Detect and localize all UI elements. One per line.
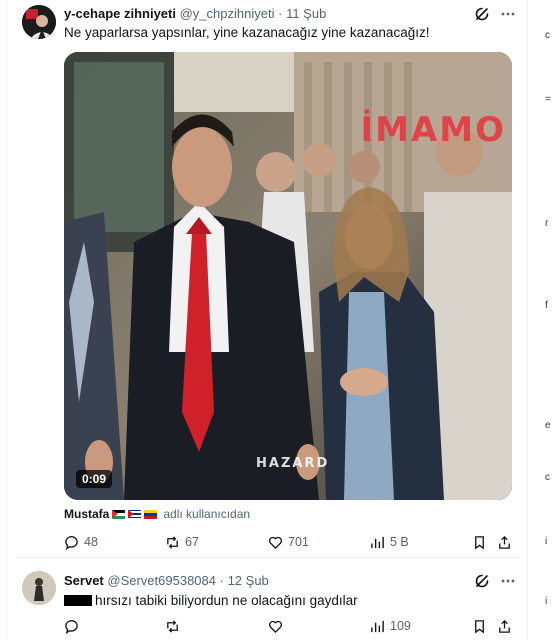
retweet-icon [167,535,178,549]
attribution-suffix: adlı kullanıcıdan [163,507,251,521]
flag-palestine-icon [112,509,126,519]
share-button[interactable] [497,533,512,551]
more-icon[interactable] [500,573,516,589]
media-attribution[interactable]: Mustafa adlı kullanıcıdan [64,507,250,521]
grok-icon[interactable] [474,6,490,22]
reply-button[interactable]: 48 [64,533,98,551]
views-icon [371,620,384,632]
bookmark-icon [475,619,484,633]
like-button[interactable] [268,617,283,635]
retweet-button[interactable]: 67 [165,533,199,551]
video-overlay-text: HAZARD [256,456,330,471]
views-count: 109 [390,619,411,633]
attribution-name[interactable]: Mustafa [64,507,109,521]
more-icon[interactable] [500,6,516,22]
reply-button[interactable] [64,617,79,635]
bookmark-button[interactable] [472,617,487,635]
reply-icon [65,535,78,550]
timestamp[interactable]: 11 Şub [286,6,326,21]
tweet-text: Ne yaparlarsa yapsınlar, yine kazanacağı… [64,25,430,40]
timestamp[interactable]: 12 Şub [228,573,269,588]
column-divider-left [6,0,7,640]
retweet-count: 67 [185,535,199,549]
reply-icon [65,619,78,634]
video-duration: 0:09 [76,470,113,488]
like-icon [269,536,282,549]
like-icon [269,620,282,633]
author-handle[interactable]: @y_chpzihniyeti [180,6,275,21]
author-name[interactable]: y-cehape zihniyeti [64,6,176,21]
tweet-text-content: hırsızı tabiki biliyordun ne olacağını g… [95,593,358,608]
column-divider-right [527,0,528,640]
share-button[interactable] [497,617,512,635]
tweet-actions: 109 [64,617,519,635]
retweet-button[interactable] [165,617,180,635]
author-handle[interactable]: @Servet69538084 [107,573,216,588]
retweet-icon [167,619,178,633]
bookmark-icon [475,535,484,549]
like-count: 701 [288,535,309,549]
avatar[interactable] [22,5,56,39]
adjacent-column-clipped-content: c = r f e c i i [545,30,551,607]
author-name[interactable]: Servet [64,573,104,588]
tweet-header: Servet @Servet69538084 · 12 Şub [64,573,269,588]
views-icon [371,536,384,548]
tweet-actions: 48 67 701 5 B [64,533,519,551]
share-icon [499,619,510,633]
redaction-bar [64,595,92,606]
video-watermark: İMAMO [360,110,506,150]
avatar[interactable] [22,571,56,605]
tweet-text: hırsızı tabiki biliyordun ne olacağını g… [64,593,358,608]
bookmark-button[interactable] [472,533,487,551]
reply-count: 48 [84,535,98,549]
views-count: 5 B [390,535,409,549]
views-button[interactable]: 109 [370,617,411,635]
video-player[interactable]: İMAMO HAZARD 0:09 [64,52,512,500]
like-button[interactable]: 701 [268,533,309,551]
share-icon [499,535,510,549]
tweet[interactable]: y-cehape zihniyeti @y_chpzihniyeti · 11 … [16,0,521,558]
flag-cuba-icon [128,509,142,519]
separator: · [278,6,283,21]
tweet-header: y-cehape zihniyeti @y_chpzihniyeti · 11 … [64,6,326,21]
flag-venezuela-icon [144,509,158,519]
grok-icon[interactable] [474,573,490,589]
separator: · [219,573,224,588]
views-button[interactable]: 5 B [370,533,409,551]
tweet[interactable]: Servet @Servet69538084 · 12 Şub hırsızı … [16,560,521,640]
